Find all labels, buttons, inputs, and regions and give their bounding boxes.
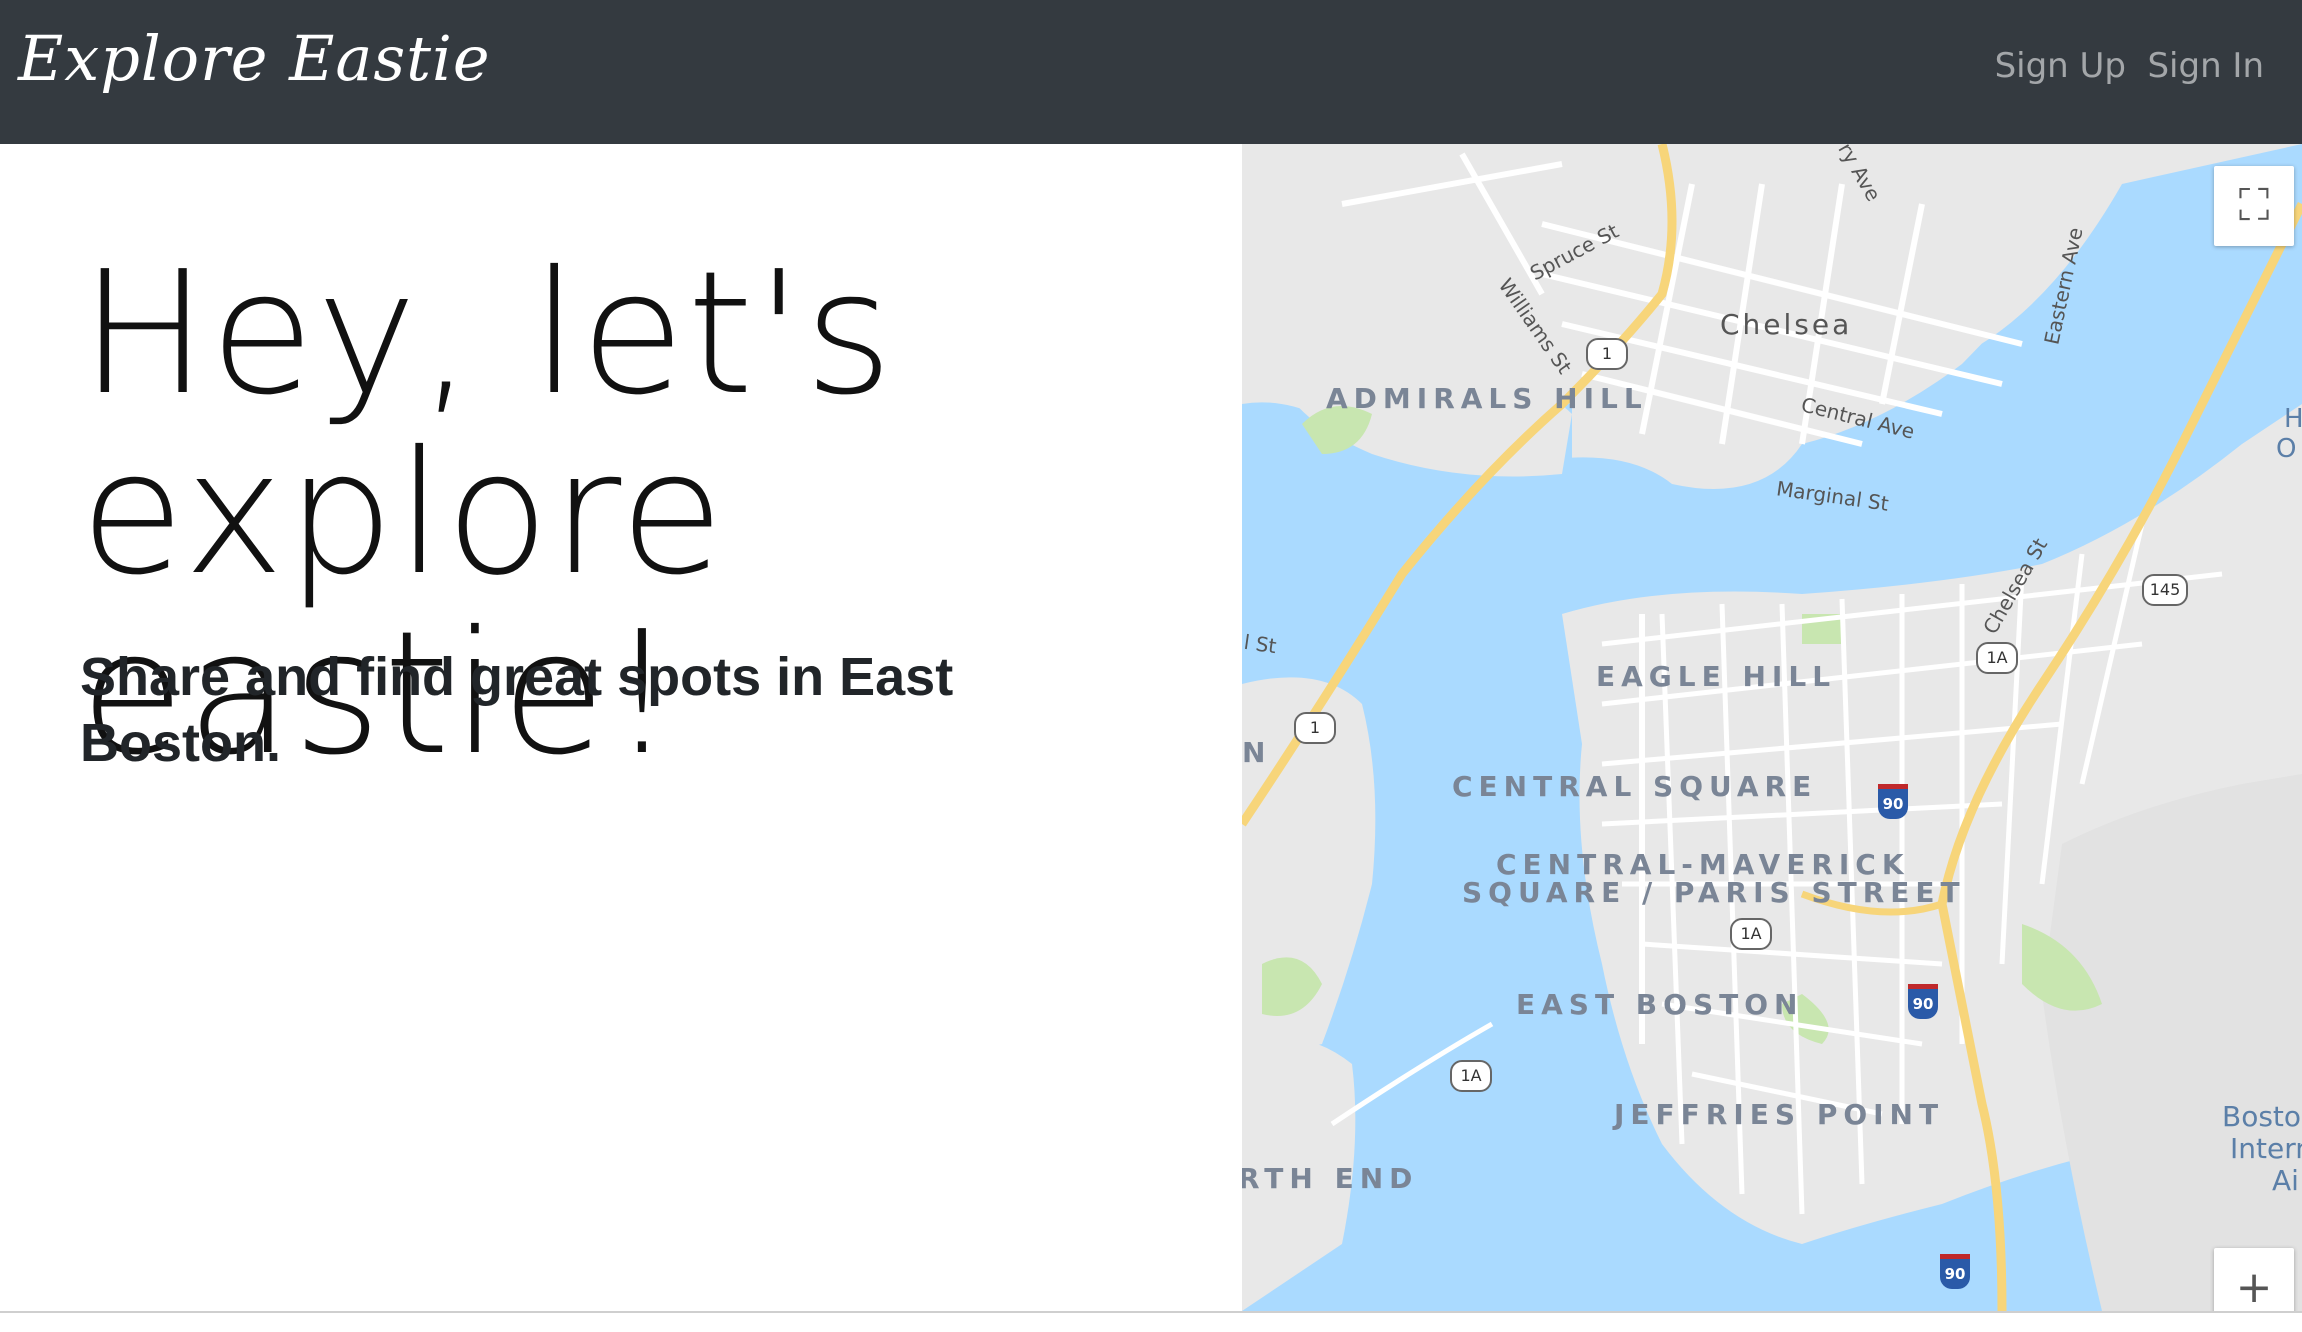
route-1-shield-south: 1 bbox=[1294, 712, 1336, 744]
hero-section: Hey, let's explore eastie! Share and fin… bbox=[0, 144, 1242, 1311]
map-label-edge-o: O bbox=[2276, 434, 2297, 464]
map-label-edge-h: H bbox=[2284, 404, 2302, 434]
map-label-central-square: CENTRAL SQUARE bbox=[1452, 770, 1818, 803]
zoom-in-icon[interactable]: + bbox=[2214, 1248, 2294, 1311]
hero-subtitle: Share and find great spots in East Bosto… bbox=[80, 647, 954, 773]
sign-up-link[interactable]: Sign Up bbox=[1995, 46, 2126, 86]
interstate-90-shield-south: 90 bbox=[1940, 1254, 1970, 1289]
map-label-airport-2: Intern bbox=[2230, 1132, 2302, 1165]
interstate-90-shield-center: 90 bbox=[1908, 984, 1938, 1019]
route-1a-shield-center: 1A bbox=[1730, 918, 1772, 950]
map-label-eagle-hill: EAGLE HILL bbox=[1596, 660, 1837, 693]
route-1a-shield-west: 1A bbox=[1450, 1060, 1492, 1092]
map-label-paris-street: SQUARE / PARIS STREET bbox=[1462, 876, 1966, 909]
map-label-airport-1: Bosto bbox=[2222, 1100, 2302, 1133]
route-145-shield: 145 bbox=[2142, 574, 2188, 606]
interstate-90-shield-north: 90 bbox=[1878, 784, 1908, 819]
footer-divider bbox=[0, 1311, 2302, 1313]
map-label-fragment: N bbox=[1242, 736, 1272, 769]
route-1-shield: 1 bbox=[1586, 338, 1628, 370]
map-label-admirals-hill: ADMIRALS HILL bbox=[1326, 382, 1648, 415]
street-fragment-st: l St bbox=[1242, 629, 1278, 659]
map-label-chelsea: Chelsea bbox=[1720, 308, 1853, 341]
route-1a-shield-north: 1A bbox=[1976, 642, 2018, 674]
sign-in-link[interactable]: Sign In bbox=[2147, 46, 2264, 86]
map-label-airport-3: Ai bbox=[2272, 1164, 2299, 1197]
fullscreen-icon[interactable]: ⛶ bbox=[2214, 166, 2294, 246]
brand-logo[interactable]: Explore Eastie bbox=[18, 22, 491, 95]
map-label-east-boston: EAST BOSTON bbox=[1516, 988, 1804, 1021]
map-label-north-end: RTH END bbox=[1242, 1162, 1419, 1195]
map-view[interactable]: ADMIRALS HILL EAGLE HILL CENTRAL SQUARE … bbox=[1242, 144, 2302, 1311]
top-navbar: Explore Eastie Sign Up Sign In bbox=[0, 0, 2302, 144]
map-label-jeffries-point: JEFFRIES POINT bbox=[1614, 1098, 1945, 1131]
